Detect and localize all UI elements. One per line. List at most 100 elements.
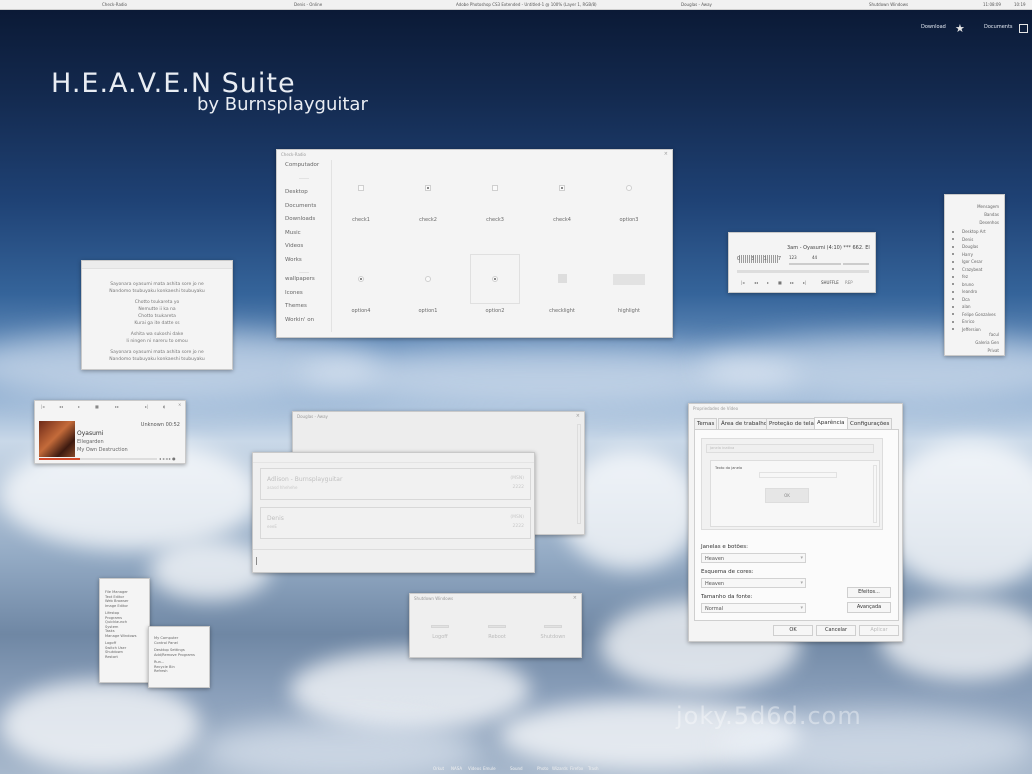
panel-header-item[interactable]: Mensagem [977,204,999,209]
sidebar-item[interactable]: Desktop [285,189,319,203]
apply-button[interactable]: Aplicar [859,625,899,636]
mini-play-icon[interactable]: ▸ [767,280,769,285]
chat-buddies-titlebar[interactable] [253,453,534,463]
panel-footer-item[interactable]: Privat [988,348,999,353]
progress-track[interactable] [39,458,157,460]
dock-item[interactable]: NASA [451,766,462,771]
display-properties-titlebar[interactable]: Propriedades de Vídeo [689,404,902,413]
volume-icon[interactable]: ◖ [163,404,165,409]
contact-item[interactable]: Enrico [962,319,974,324]
volume-slider[interactable] [789,263,841,265]
dock-item[interactable]: Wizards [552,766,568,771]
tab-aparencia[interactable]: Aparência [814,417,848,429]
shuffle-toggle[interactable]: SHUFFLE [821,280,839,285]
dock-item[interactable]: Orkut [433,766,444,771]
download-link[interactable]: Download [921,24,946,30]
dock-item[interactable]: Emule [483,766,496,771]
sidebar-item[interactable]: Documents [285,203,319,217]
mini-rewind-icon[interactable]: ◂◂ [754,280,758,285]
checkbox-check4[interactable] [559,185,565,191]
mini-stop-icon[interactable]: ■ [778,280,782,285]
close-icon[interactable]: × [573,595,577,601]
contact-item[interactable]: alan [962,304,971,309]
balance-slider[interactable] [843,263,869,265]
logoff-icon[interactable] [431,625,449,628]
checkbox-check3[interactable] [492,185,498,191]
contact-item[interactable]: leandro [962,289,977,294]
mini-prev-icon[interactable]: |◂ [741,280,744,285]
sidebar-item[interactable]: Downloads [285,216,319,230]
select-windows-buttons[interactable]: Heaven [701,553,806,563]
forward-icon[interactable]: ▸▸ [115,404,119,409]
radio-option1[interactable] [425,276,431,282]
window-icon[interactable] [1019,24,1028,33]
reboot-button[interactable]: Reboot [488,634,506,640]
contact-item[interactable]: Igor Cesar [962,259,983,264]
logoff-button[interactable]: Logoff [432,634,447,640]
player-tools[interactable]: ◂ ◂ ◂ ▸ ● [159,456,176,461]
close-icon[interactable]: × [576,413,580,419]
contact-item[interactable]: Desktop Art [962,229,986,234]
ok-button[interactable]: OK [773,625,813,636]
sidebar-item[interactable]: Works [285,257,319,271]
lyrics-titlebar[interactable] [82,261,232,269]
select-color-scheme[interactable]: Heaven [701,578,806,588]
sidebar-item[interactable]: Videos [285,243,319,257]
close-icon[interactable]: × [178,402,181,407]
panel-footer-item[interactable]: facul [989,332,999,337]
dock-item[interactable]: Firefox [570,766,583,771]
highlight-swatch[interactable] [613,274,645,285]
panel-header-item[interactable]: Desenhos [979,220,999,225]
dock-item[interactable]: Photo [537,766,548,771]
dock-item[interactable]: Videos [468,766,481,771]
buddy-row[interactable]: Adlison - Burnsplayguitar asasd hhehehe … [260,468,531,500]
dock-item[interactable]: Trash [588,766,599,771]
taskbar-item-photoshop[interactable]: Adobe Photoshop CS3 Extended - Untitled-… [456,2,597,7]
taskbar-item-check-radio[interactable]: Check-Radio [102,2,127,7]
sidebar-item[interactable]: Icones [285,290,319,304]
advanced-button[interactable]: Avançada [847,602,891,613]
sidebar-item[interactable]: Music [285,230,319,244]
cancel-button[interactable]: Cancelar [816,625,856,636]
seek-bar[interactable] [737,270,869,273]
taskbar-item-shutdown[interactable]: Shutdown Windows [869,2,908,7]
scrollbar[interactable] [577,424,581,524]
check-radio-titlebar[interactable]: Check-Radio × [277,150,672,159]
next-icon[interactable]: ▸| [145,404,148,409]
contact-item[interactable]: Dca [962,297,970,302]
chat-input[interactable]: | [255,556,258,565]
repeat-toggle[interactable]: REP [845,280,853,285]
rewind-icon[interactable]: ◂◂ [59,404,63,409]
sidebar-item[interactable]: Themes [285,303,319,317]
contact-item[interactable]: Jeffersion [962,327,981,332]
tab-temas[interactable]: Temas [694,418,718,429]
sidebar-item[interactable]: Workin' on [285,317,319,331]
contact-item[interactable]: Denis [962,237,973,242]
shutdown-titlebar[interactable]: Shutdown Windows × [410,594,581,603]
reboot-icon[interactable] [488,625,506,628]
contact-item[interactable]: Felipe Gonzalves [962,312,996,317]
select-font-size[interactable]: Normal [701,603,806,613]
tab-area-de-trabalho[interactable]: Área de trabalho [718,418,771,429]
taskbar-item-denis[interactable]: Denis - Online [294,2,322,7]
radio-option3[interactable] [626,185,632,191]
panel-footer-item[interactable]: Galeria Gen [975,340,999,345]
shutdown-button[interactable]: Shutdown [541,634,566,640]
stop-icon[interactable]: ■ [95,404,99,409]
mini-next-icon[interactable]: ▸| [803,280,806,285]
contact-item[interactable]: Crazybeat [962,267,982,272]
radio-option4[interactable] [358,276,364,282]
buddy-row[interactable]: Denis eeeE (MSN) 2222 [260,507,531,539]
contact-item[interactable]: bruno [962,282,974,287]
sidebar-item[interactable]: Computador [285,162,319,176]
chat-douglas-titlebar[interactable]: Douglas - Away × [293,412,584,421]
sidebar-item[interactable]: wallpapers [285,276,319,290]
dock-item[interactable]: Sound [510,766,523,771]
contact-item[interactable]: Harry [962,252,973,257]
prev-icon[interactable]: |◂ [41,404,44,409]
tab-protecao-de-tela[interactable]: Proteção de tela [766,418,817,429]
documents-link[interactable]: Documents [984,24,1013,30]
tab-configuracoes[interactable]: Configurações [847,418,893,429]
radio-option2[interactable] [492,276,498,282]
star-icon[interactable]: ★ [955,22,965,35]
